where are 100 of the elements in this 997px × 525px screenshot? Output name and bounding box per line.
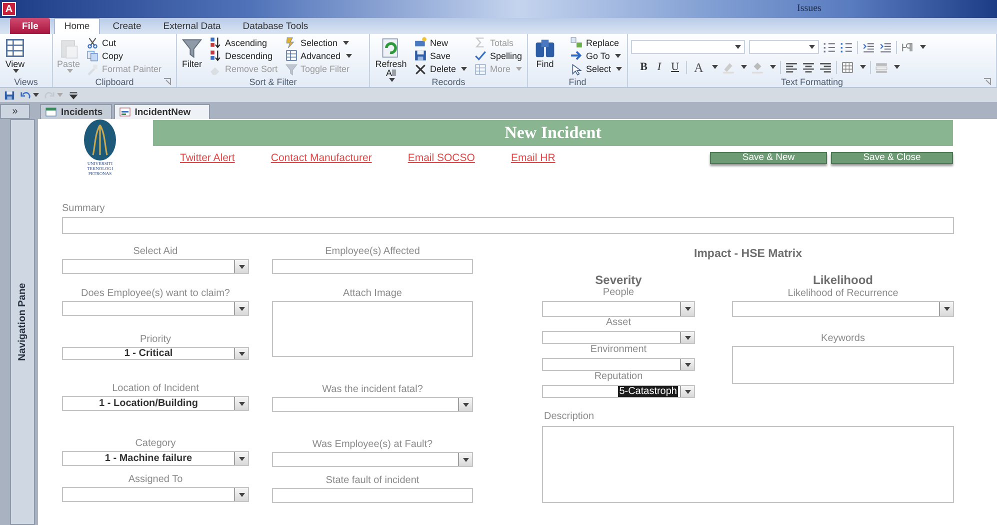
- arrow-icon: [570, 49, 584, 62]
- field-label: Was Employee(s) at Fault?: [311, 438, 434, 451]
- field-label: Employee(s) Affected: [324, 245, 421, 258]
- ribbon-button[interactable]: Filter: [180, 36, 204, 70]
- document-tab[interactable]: IncidentNew: [114, 104, 210, 119]
- section-heading: Severity: [594, 274, 643, 287]
- dropdown-field[interactable]: [542, 301, 695, 317]
- caret-icon: [238, 456, 244, 460]
- table-icon: [284, 49, 298, 62]
- text-area[interactable]: [732, 346, 954, 384]
- dropdown-button[interactable]: [234, 348, 248, 359]
- redo-icon: [44, 90, 55, 100]
- dropdown-button[interactable]: [680, 359, 694, 370]
- format-button[interactable]: A: [691, 60, 706, 74]
- ribbon-button[interactable]: Save: [412, 49, 470, 63]
- scissors-icon: [86, 36, 100, 50]
- dropdown-field[interactable]: 1 - Critical: [62, 347, 249, 360]
- ribbon-button[interactable]: View: [3, 36, 27, 74]
- ribbon-button[interactable]: Copy: [84, 49, 164, 63]
- text-field[interactable]: [62, 217, 954, 234]
- pane-toggle-button[interactable]: »: [0, 104, 30, 119]
- ribbon-tab[interactable]: Home: [54, 18, 100, 34]
- dropdown-button[interactable]: [234, 397, 248, 410]
- caret-icon: [342, 40, 349, 45]
- delete-icon: [414, 62, 427, 76]
- file-menu-tab[interactable]: File: [10, 18, 50, 34]
- format-button[interactable]: I: [654, 60, 664, 74]
- dropdown-button[interactable]: [234, 452, 248, 465]
- ribbon-button[interactable]: Descending: [207, 49, 280, 63]
- dropdown-field[interactable]: 1 - Location/Building: [62, 396, 249, 411]
- form-link[interactable]: Twitter Alert: [180, 152, 235, 164]
- dropdown-field[interactable]: [272, 452, 473, 467]
- copy-icon: [86, 49, 100, 62]
- ribbon-button[interactable]: Selection: [282, 36, 354, 50]
- caret-icon: [346, 54, 352, 58]
- dropdown-field[interactable]: [542, 331, 695, 344]
- dropdown-field[interactable]: [542, 358, 695, 371]
- dropdown-button[interactable]: [680, 386, 694, 397]
- ribbon-button[interactable]: Refresh All: [373, 36, 409, 83]
- font-size-dropdown[interactable]: [749, 40, 820, 54]
- app-icon[interactable]: A: [2, 2, 16, 16]
- ribbon-button[interactable]: Delete: [412, 62, 470, 76]
- document-tab[interactable]: Incidents: [40, 104, 112, 119]
- text-field[interactable]: [272, 488, 473, 503]
- dropdown-button[interactable]: [458, 453, 472, 466]
- field-label: Environment: [589, 344, 648, 356]
- dropdown-button[interactable]: [680, 302, 694, 316]
- field-label: Keywords: [820, 332, 866, 345]
- form-link[interactable]: Email SOCSO: [408, 152, 475, 164]
- ribbon-button[interactable]: New: [412, 36, 470, 50]
- ribbon-button[interactable]: Spelling: [472, 49, 524, 63]
- field-value: 1 - Location/Building: [99, 398, 198, 410]
- ribbon-tab[interactable]: Create: [104, 18, 150, 34]
- ribbon-button[interactable]: Cut: [84, 36, 164, 50]
- funnel-icon: [181, 37, 203, 59]
- ribbon-tab[interactable]: External Data: [154, 18, 230, 34]
- text-field[interactable]: [272, 259, 473, 274]
- dropdown-field[interactable]: [62, 487, 249, 502]
- field-label: Does Employee(s) want to claim?: [80, 287, 231, 300]
- align-center-icon: [802, 60, 816, 74]
- bullet-list-icon: [823, 40, 836, 54]
- caret-icon: [944, 307, 950, 311]
- caret-icon: [809, 45, 816, 49]
- dropdown-button[interactable]: [458, 398, 472, 411]
- ribbon-button[interactable]: Find: [531, 36, 560, 70]
- dropdown-field[interactable]: [732, 301, 954, 317]
- form-link[interactable]: Email HR: [510, 152, 556, 164]
- font-name-dropdown[interactable]: [631, 40, 746, 54]
- ribbon-button[interactable]: Advanced: [282, 49, 354, 63]
- navigation-pane-bar[interactable]: Navigation Pane: [10, 119, 35, 525]
- dropdown-field[interactable]: 5-Catastroph: [542, 385, 695, 398]
- text-area[interactable]: [542, 426, 954, 503]
- ribbon-tab[interactable]: Database Tools: [234, 18, 318, 34]
- dropdown-field[interactable]: [62, 259, 249, 274]
- dropdown-field[interactable]: [62, 301, 249, 316]
- caret-icon: [712, 65, 718, 69]
- text-area[interactable]: [272, 301, 473, 357]
- format-button[interactable]: U: [668, 60, 682, 74]
- gridlines-icon: [841, 60, 854, 74]
- dropdown-field[interactable]: [272, 397, 473, 412]
- caret-icon: [616, 67, 622, 72]
- binoculars-icon: [534, 37, 556, 59]
- dropdown-button[interactable]: [939, 302, 953, 316]
- dialog-launcher-icon[interactable]: [164, 78, 171, 85]
- document-form-icon: [118, 106, 131, 118]
- dropdown-button[interactable]: [234, 260, 248, 273]
- form-link[interactable]: Contact Manufacturer: [270, 152, 372, 164]
- ribbon-button[interactable]: Ascending: [207, 36, 280, 50]
- format-button[interactable]: B: [637, 60, 650, 74]
- ribbon-button[interactable]: Go To: [568, 49, 624, 63]
- dropdown-button[interactable]: [680, 332, 694, 343]
- dropdown-button[interactable]: [234, 488, 248, 501]
- dropdown-field[interactable]: 1 - Machine failure: [62, 451, 249, 466]
- new-record-icon: [414, 36, 427, 50]
- dropdown-button[interactable]: [234, 302, 248, 315]
- field-label: Location of Incident: [111, 382, 200, 395]
- ribbon-button[interactable]: Replace: [568, 36, 624, 50]
- sort-ascending-icon: [209, 36, 222, 50]
- ribbon-button[interactable]: Select: [568, 62, 624, 76]
- dialog-launcher-icon[interactable]: [984, 78, 991, 85]
